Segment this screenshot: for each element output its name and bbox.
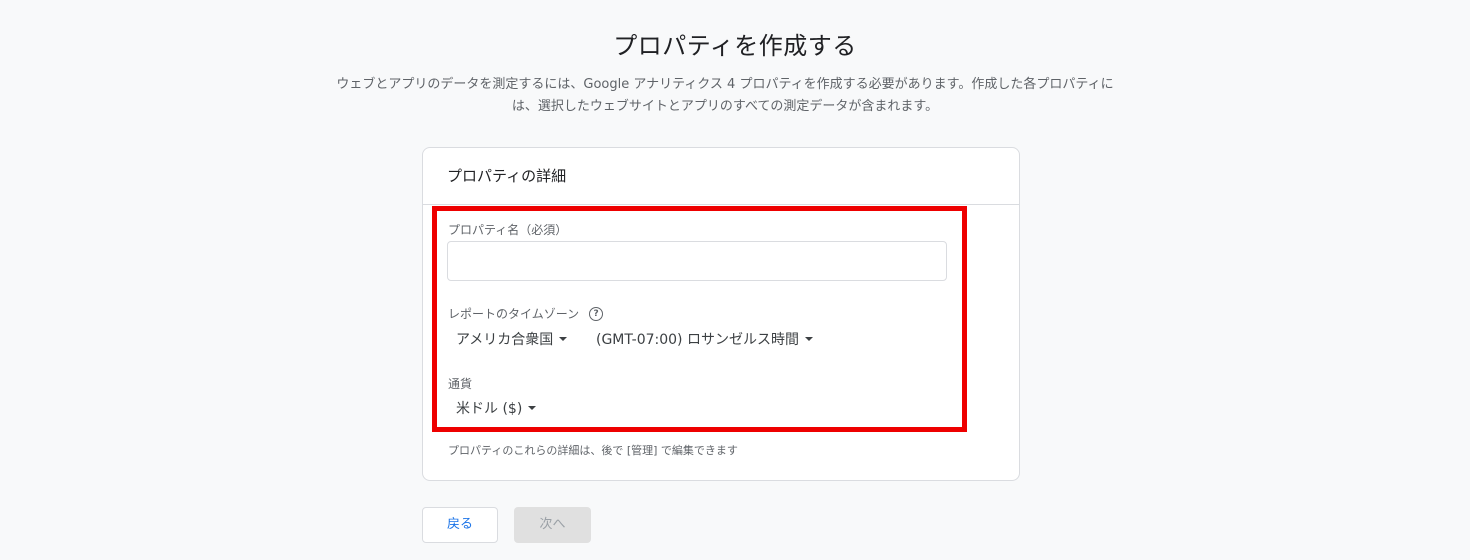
country-value: アメリカ合衆国: [456, 332, 554, 348]
chevron-down-icon: [559, 337, 568, 341]
currency-dropdown[interactable]: 米ドル ($): [456, 398, 537, 418]
next-button[interactable]: 次へ: [514, 507, 591, 543]
chevron-down-icon: [528, 406, 537, 410]
page-title: プロパティを作成する: [613, 32, 857, 60]
property-name-label: プロパティ名（必須）: [448, 223, 568, 237]
help-icon[interactable]: ?: [589, 306, 604, 321]
page-description: ウェブとアプリのデータを測定するには、Google アナリティクス 4 プロパテ…: [336, 77, 1114, 114]
create-property-page: プロパティを作成する ウェブとアプリのデータを測定するには、Google アナリ…: [0, 0, 1470, 560]
timezone-dropdown[interactable]: (GMT-07:00) ロサンゼルス時間: [596, 329, 813, 349]
property-name-input[interactable]: [447, 241, 947, 281]
timezone-value: (GMT-07:00) ロサンゼルス時間: [596, 332, 799, 348]
timezone-label-row: レポートのタイムゾーン ?: [448, 305, 604, 322]
property-details-card: プロパティの詳細 プロパティ名（必須） レポートのタイムゾーン ? アメリカ合衆…: [422, 147, 1020, 481]
currency-value: 米ドル ($): [456, 401, 523, 417]
back-button[interactable]: 戻る: [422, 507, 498, 543]
timezone-label: レポートのタイムゾーン: [448, 307, 580, 321]
edit-later-note: プロパティのこれらの詳細は、後で [管理] で編集できます: [448, 444, 738, 457]
country-dropdown[interactable]: アメリカ合衆国: [456, 329, 568, 349]
currency-label: 通貨: [448, 377, 473, 391]
card-header: プロパティの詳細: [423, 148, 1019, 205]
chevron-down-icon: [804, 337, 813, 341]
